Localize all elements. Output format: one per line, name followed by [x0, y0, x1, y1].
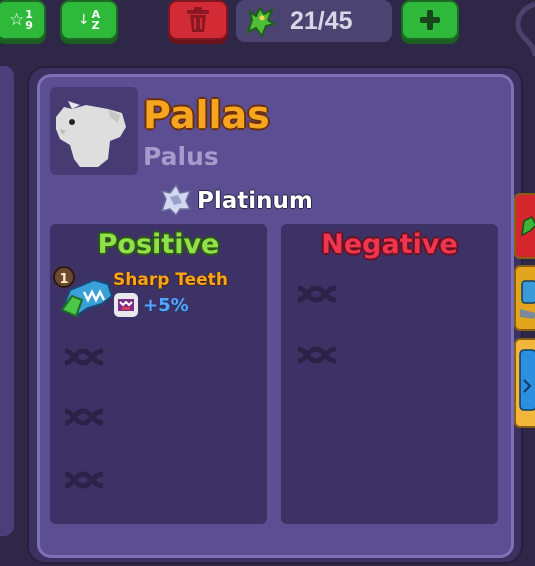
trash-icon [187, 7, 209, 32]
monster-mouth-icon [118, 299, 134, 311]
dragon-tab-icon [521, 215, 535, 237]
knight-tab-icon [520, 280, 535, 319]
ability-slot [114, 293, 138, 317]
sort-rarity-button[interactable]: ☆ 1 9 [0, 0, 46, 40]
pet-species: Palus [143, 142, 219, 171]
empty-trait-slot-dna-icon [297, 285, 337, 303]
left-panel-edge [0, 66, 14, 536]
sort-alpha-label: A Z [91, 8, 101, 32]
cat-silhouette-icon [56, 101, 126, 167]
empty-trait-slot-dna-icon [64, 348, 104, 366]
negative-header: Negative [321, 229, 458, 260]
rarity-label: Platinum [197, 188, 313, 214]
trait-level: 1 [59, 272, 69, 287]
empty-trait-slot-dna-icon [64, 471, 104, 489]
plus-icon [420, 10, 440, 30]
pet-count: 21/45 [290, 7, 353, 35]
sort-alphabetical-button[interactable]: ↓ A Z [60, 0, 118, 40]
side-tab-creature[interactable] [514, 338, 535, 428]
sort-alpha-icon: ↓ [77, 12, 90, 28]
side-tab-knight[interactable] [514, 265, 535, 331]
pet-name: Pallas [143, 93, 270, 137]
star-icon: ☆ [9, 10, 25, 30]
sort-rarity-label: 1 9 [25, 8, 33, 32]
corner-ornament [515, 1, 535, 57]
side-tab-dragon[interactable] [514, 193, 535, 259]
trait-level-badge: 1 [53, 266, 75, 288]
trait-item-sharp-teeth[interactable]: 1 Sharp Teeth +5% [52, 264, 262, 322]
pet-portrait [50, 87, 138, 175]
delete-button[interactable] [168, 0, 228, 40]
empty-trait-slot-dna-icon [297, 346, 337, 364]
dragon-icon [246, 6, 277, 39]
trait-name: Sharp Teeth [113, 270, 228, 290]
positive-header: Positive [97, 229, 220, 260]
platinum-rarity-icon [160, 183, 192, 217]
negative-traits-box [281, 224, 498, 524]
trait-bonus: +5% [143, 295, 189, 316]
add-button[interactable] [401, 0, 459, 40]
empty-trait-slot-dna-icon [64, 408, 104, 426]
creature-tab-icon [519, 349, 535, 411]
